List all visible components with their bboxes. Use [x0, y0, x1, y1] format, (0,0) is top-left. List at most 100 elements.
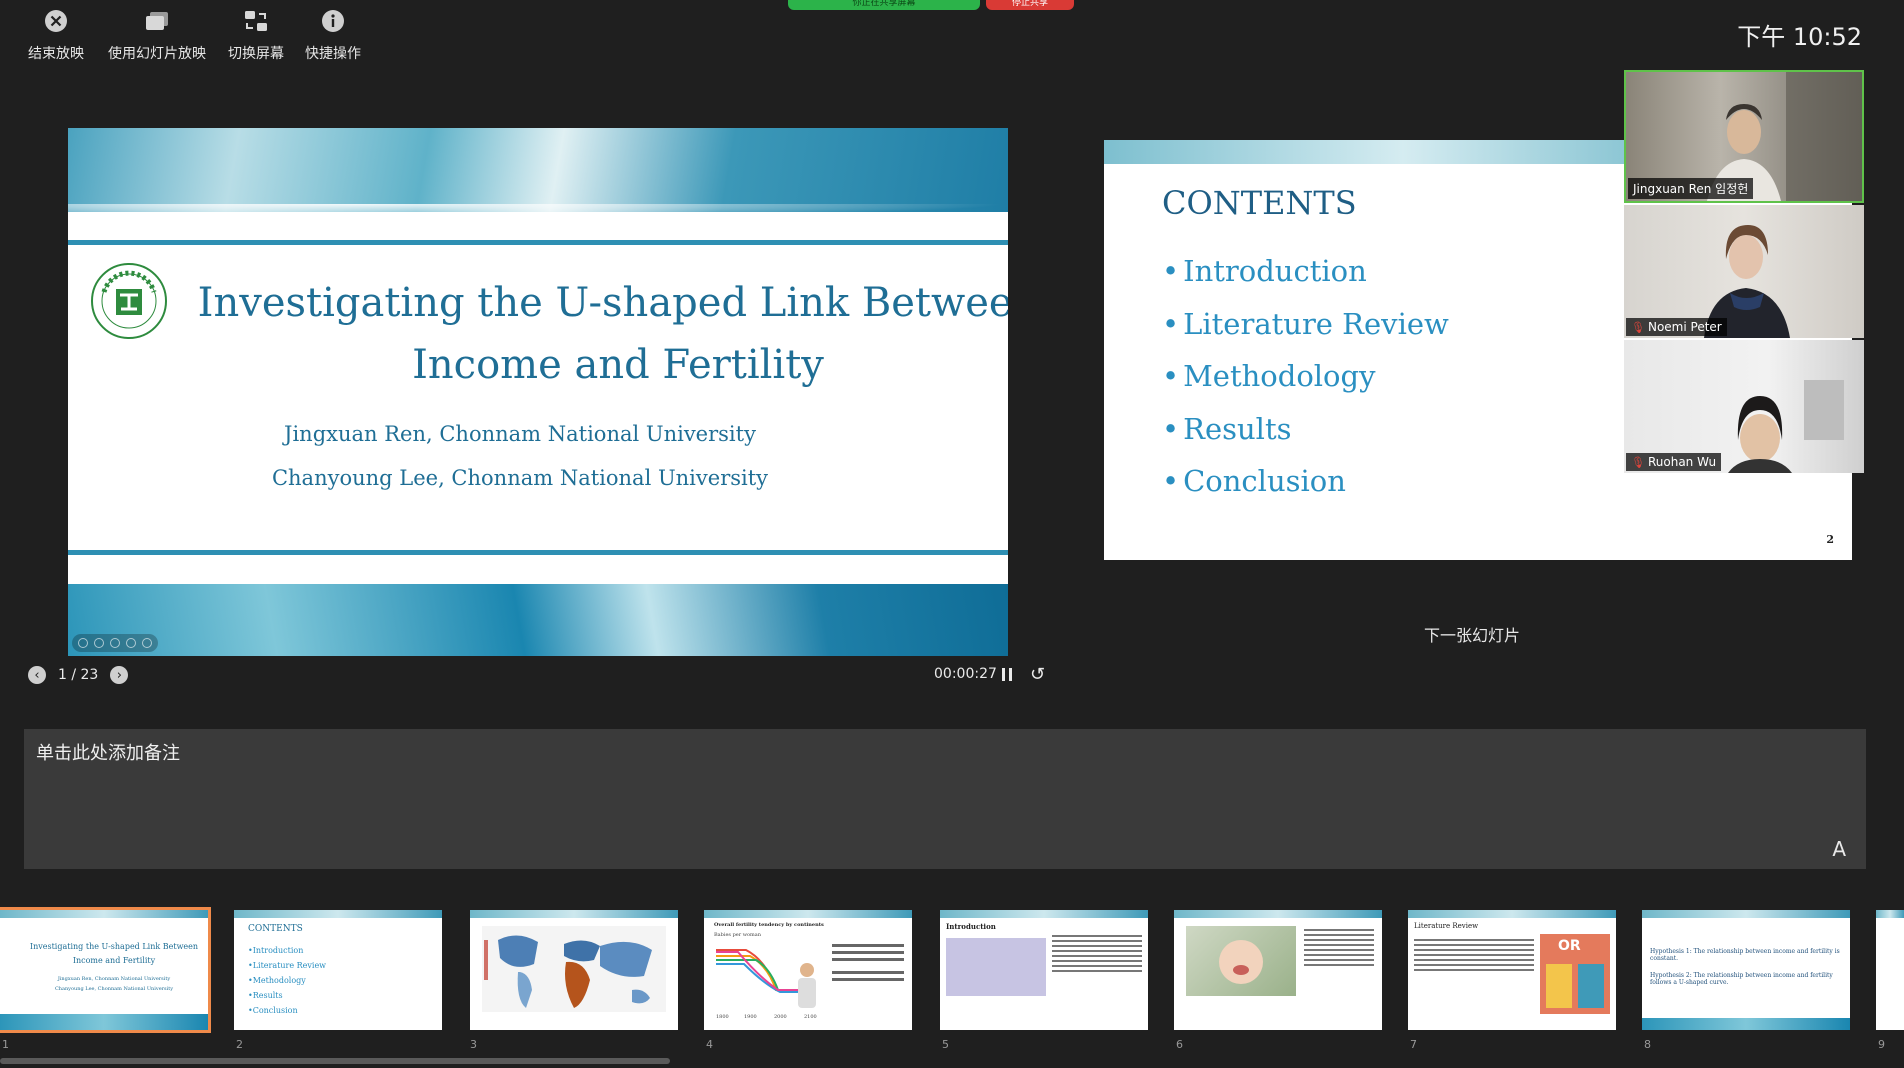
x-tick-label: 1800 [716, 1014, 729, 1020]
close-icon [43, 8, 69, 34]
thumbnail-slide-2[interactable]: CONTENTS •Introduction •Literature Revie… [234, 910, 442, 1030]
thumb-text-block [1304, 926, 1374, 969]
shortcuts-button[interactable]: 快捷操作 [305, 8, 361, 63]
baby-photo [1186, 926, 1296, 996]
shortcuts-label: 快捷操作 [305, 46, 361, 62]
participant-name-text: Noemi Peter [1647, 320, 1722, 334]
mic-muted-icon: 🎙 [1631, 456, 1645, 469]
switch-screen-label: 切换屏幕 [228, 46, 284, 62]
thumb-title: Literature Review [1414, 922, 1479, 930]
thumbnail-number: 3 [470, 1038, 477, 1051]
next-slide-button[interactable]: › [110, 666, 129, 684]
thumbnail-slide-3[interactable] [470, 910, 678, 1030]
end-show-button[interactable]: 结束放映 [28, 8, 84, 63]
thumbnail-slide-1[interactable]: Investigating the U-shaped Link Between … [0, 907, 211, 1033]
thumb-band [0, 910, 208, 918]
thumbnail-number: 2 [236, 1038, 243, 1051]
thumbnail-scrollbar[interactable] [0, 1058, 670, 1064]
thumb-text-block [832, 940, 904, 985]
thumb-author-line: Jingxuan Ren, Chonnam National Universit… [57, 976, 171, 982]
use-slideshow-label: 使用幻灯片放映 [108, 46, 206, 62]
x-tick-label: 1900 [744, 1014, 757, 1020]
x-tick-label: 2000 [774, 1014, 787, 1020]
thumb-title: Introduction [946, 922, 996, 931]
thumbnail-number: 7 [1410, 1038, 1417, 1051]
thumb-illustration [946, 938, 1046, 996]
thumb-footer-band [1642, 1018, 1850, 1030]
switch-screen-button[interactable]: 切换屏幕 [228, 8, 284, 63]
elapsed-timer: 00:00:27 [934, 666, 997, 682]
reset-timer-icon[interactable]: ↺ [1030, 664, 1045, 685]
thumb-item: •Literature Review [248, 961, 327, 970]
font-size-button[interactable]: A [1832, 837, 1846, 861]
thumb-band [234, 910, 442, 918]
clock: 下午 10:52 [1737, 23, 1862, 51]
grid-icon[interactable] [126, 638, 136, 648]
info-icon [320, 8, 346, 34]
video-tile-jingxuan[interactable]: Jingxuan Ren 임정헌 [1624, 70, 1864, 203]
contents-item: Literature Review [1162, 307, 1449, 360]
video-tile-noemi[interactable]: 🎙 Noemi Peter [1624, 205, 1864, 338]
speaker-notes[interactable]: 单击此处添加备注 A [24, 729, 1866, 869]
next-slide-contents: Introduction Literature Review Methodolo… [1162, 254, 1449, 517]
use-slideshow-button[interactable]: 使用幻灯片放映 [108, 8, 206, 63]
thumb-band [940, 910, 1148, 918]
current-slide[interactable]: Investigating the U-shaped Link Between … [68, 128, 1008, 656]
participant-name: 🎙 Noemi Peter [1626, 318, 1727, 336]
participant-name-text: Ruohan Wu [1647, 455, 1717, 469]
thumb-band [1876, 910, 1904, 918]
stop-sharing-button[interactable]: 停止共享 [986, 0, 1074, 10]
university-logo [90, 262, 168, 340]
world-map-image [482, 926, 666, 1012]
mic-muted-icon: 🎙 [1631, 321, 1645, 334]
x-tick-label: 2100 [804, 1014, 817, 1020]
slide-footer-band [68, 584, 1008, 656]
pen-icon[interactable] [110, 638, 120, 648]
thumb-band [1174, 910, 1382, 918]
slideshow-icon [144, 8, 170, 34]
thumbnail-slide-4[interactable]: Overall fertility tendency by continents… [704, 910, 912, 1030]
contents-item: Methodology [1162, 359, 1449, 412]
thumbnail-slide-6[interactable] [1174, 910, 1382, 1030]
more-icon[interactable] [142, 638, 152, 648]
pause-icon[interactable] [1000, 666, 1014, 682]
participant-name: Jingxuan Ren 임정헌 [1628, 178, 1754, 199]
slide-navigation: ‹ 1 / 23 › [28, 666, 129, 684]
notes-placeholder[interactable]: 单击此处添加备注 [36, 739, 180, 765]
end-show-label: 结束放映 [28, 46, 84, 62]
thumb-item: •Methodology [248, 976, 306, 985]
thumb-text-block [1414, 936, 1534, 974]
presenter-figure [798, 963, 816, 1008]
thumbnail-slide-5[interactable]: Introduction [940, 910, 1148, 1030]
thumb-title: CONTENTS [248, 924, 303, 934]
thumbnail-number: 9 [1878, 1038, 1885, 1051]
thumbnail-slide-9[interactable] [1876, 910, 1904, 1030]
slide-author-1: Jingxuan Ren, Chonnam National Universit… [284, 422, 756, 446]
thumb-text-block [1052, 932, 1142, 975]
prev-mini-icon[interactable] [78, 638, 88, 648]
switch-screen-icon [243, 8, 269, 34]
participant-name: 🎙 Ruohan Wu [1626, 453, 1722, 471]
contents-item: Introduction [1162, 254, 1449, 307]
video-tile-ruohan[interactable]: 🎙 Ruohan Wu [1624, 340, 1864, 473]
next-slide-page-number: 2 [1826, 533, 1834, 546]
or-badge: OR [1558, 938, 1581, 954]
slide-counter: 1 / 23 [58, 667, 99, 683]
next-slide-title: CONTENTS [1162, 184, 1357, 222]
thumbnail-number: 4 [706, 1038, 713, 1051]
thumbnail-slide-8[interactable]: Hypothesis 1: The relationship between i… [1642, 910, 1850, 1030]
thumb-ylabel: Babies per woman [714, 932, 761, 938]
thumb-band [470, 910, 678, 918]
thumb-title-line: Income and Fertility [72, 956, 156, 965]
thumb-hypothesis-1: Hypothesis 1: The relationship between i… [1650, 948, 1840, 962]
slide-mini-toolbar[interactable] [72, 634, 158, 652]
sharing-indicator[interactable]: 你正在共享屏幕 [788, 0, 980, 10]
or-illustration: OR [1540, 934, 1610, 1014]
slide-divider-bottom [68, 550, 1008, 555]
next-slide-label: 下一张幻灯片 [1424, 626, 1521, 645]
thumbnail-slide-7[interactable]: Literature Review OR [1408, 910, 1616, 1030]
next-mini-icon[interactable] [94, 638, 104, 648]
thumbnail-number: 5 [942, 1038, 949, 1051]
previous-slide-button[interactable]: ‹ [28, 666, 46, 684]
thumb-band [1408, 910, 1616, 918]
